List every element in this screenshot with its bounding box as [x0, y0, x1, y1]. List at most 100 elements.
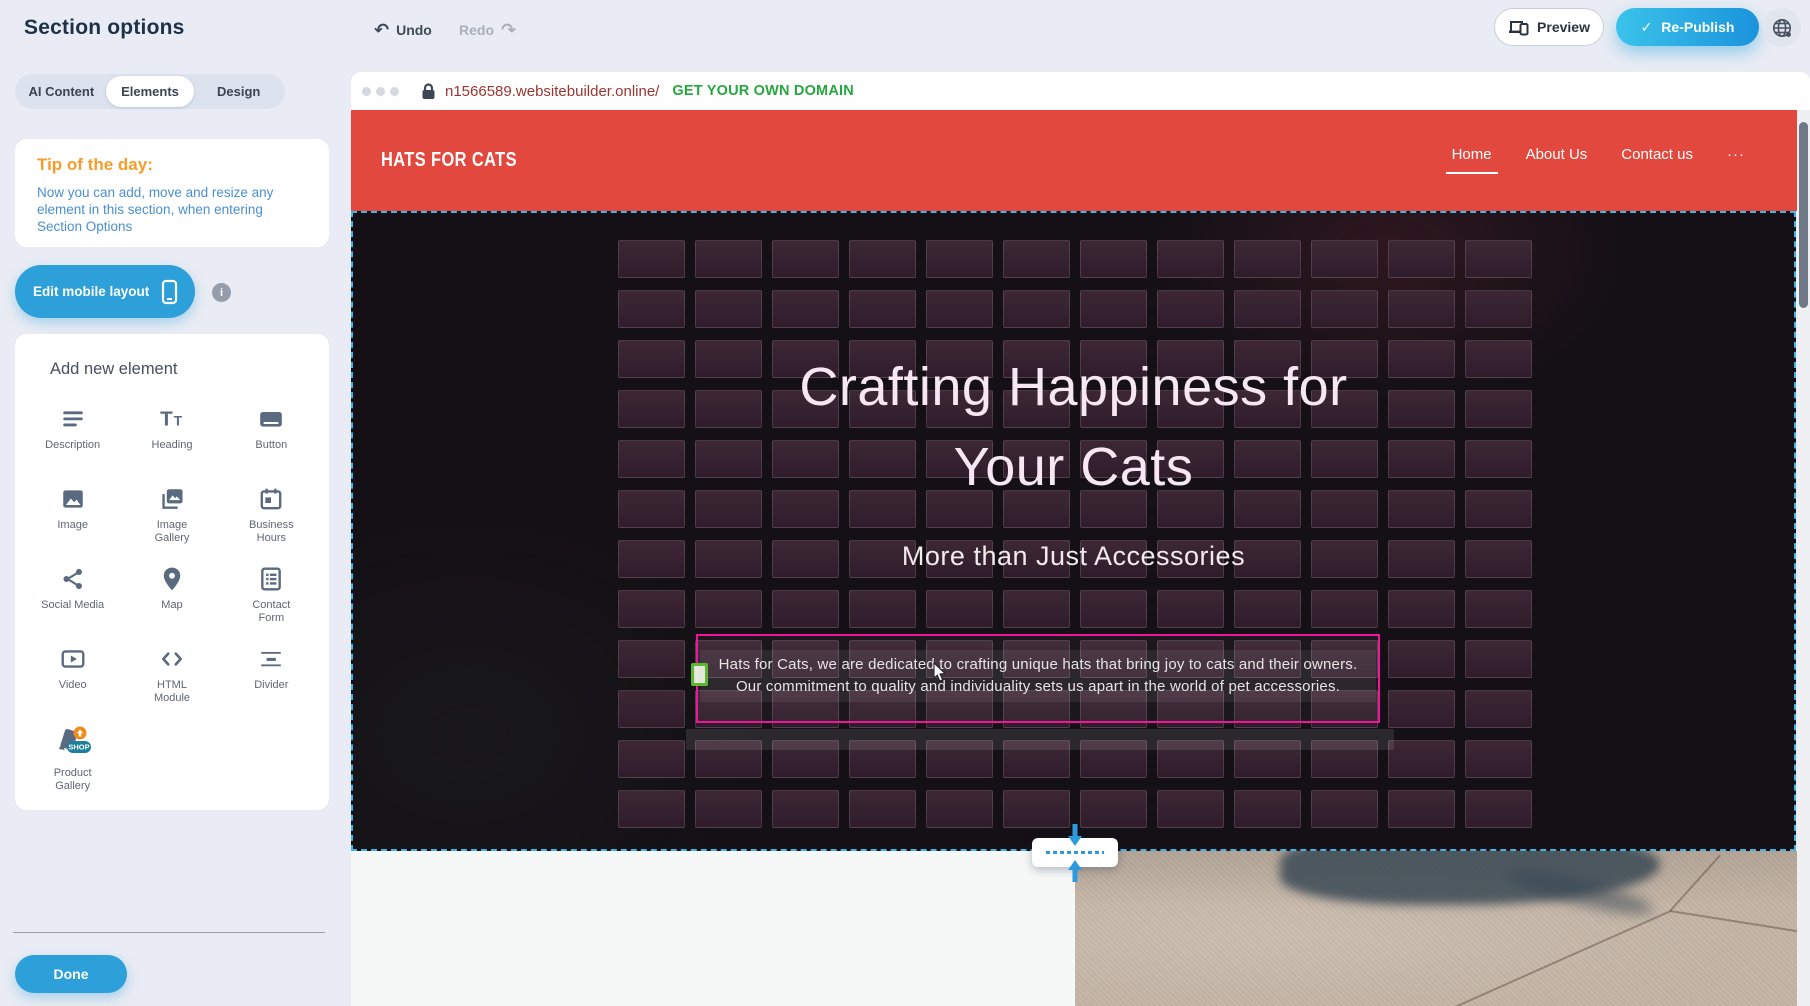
hero-tile [1080, 290, 1147, 328]
tab-elements[interactable]: Elements [106, 76, 195, 107]
selection-drag-handle[interactable] [691, 663, 708, 686]
element-button[interactable]: Button [222, 397, 321, 477]
element-description[interactable]: Description [23, 397, 122, 477]
hero-tile [926, 790, 993, 828]
next-section-carpet-image[interactable] [1075, 851, 1797, 1006]
element-map[interactable]: Map [122, 557, 221, 637]
tile-grout-line [1670, 910, 1797, 935]
divider-icon [257, 645, 285, 673]
hero-tile [1388, 740, 1455, 778]
hero-tile [1311, 290, 1378, 328]
page-title: Section options [24, 16, 185, 40]
hero-tile [618, 240, 685, 278]
preview-scrollbar [1797, 110, 1810, 1006]
hero-paragraph-line1: Hats for Cats, we are dedicated to craft… [704, 654, 1372, 676]
hero-tile [695, 590, 762, 628]
element-hover-band [686, 729, 1394, 750]
hero-tile [695, 790, 762, 828]
hero-tile [849, 590, 916, 628]
svg-text:T: T [174, 413, 183, 429]
hero-tile [926, 590, 993, 628]
edit-mobile-layout-button[interactable]: Edit mobile layout [15, 265, 195, 318]
info-button[interactable]: i [212, 283, 231, 302]
hero-section[interactable]: Crafting Happiness for Your Cats More th… [351, 211, 1796, 851]
sidebar-tabs: AI Content Elements Design [15, 74, 285, 109]
hero-tile [926, 240, 993, 278]
hero-tile [1311, 590, 1378, 628]
hero-tile [772, 790, 839, 828]
nav-more-button[interactable]: ··· [1727, 146, 1745, 163]
tab-ai-content[interactable]: AI Content [17, 76, 106, 107]
hero-subtitle[interactable]: More than Just Accessories [353, 541, 1794, 572]
image-gallery-icon [158, 485, 186, 513]
redo-icon: ↷ [501, 21, 516, 39]
hero-tile [1003, 590, 1070, 628]
phone-icon [161, 279, 178, 305]
nav-about-us[interactable]: About Us [1526, 146, 1588, 163]
site-url[interactable]: n1566589.websitebuilder.online/ [445, 83, 659, 100]
element-business-hours[interactable]: Business Hours [222, 477, 321, 557]
element-html-module[interactable]: HTML Module [122, 637, 221, 717]
nav-contact-us[interactable]: Contact us [1621, 146, 1693, 163]
info-icon: i [220, 287, 223, 299]
hero-tile [1157, 290, 1224, 328]
hero-tile [618, 740, 685, 778]
tab-design[interactable]: Design [194, 76, 283, 107]
nav-home[interactable]: Home [1452, 146, 1492, 163]
hero-tile [1003, 240, 1070, 278]
republish-label: Re-Publish [1661, 19, 1734, 35]
check-icon: ✓ [1641, 19, 1653, 36]
hero-tile [1465, 790, 1532, 828]
image-icon [59, 485, 87, 513]
hero-tile [1465, 740, 1532, 778]
hero-tile [772, 240, 839, 278]
tip-body: Now you can add, move and resize any ele… [37, 184, 299, 235]
tip-title: Tip of the day: [37, 155, 307, 175]
selected-paragraph-element[interactable]: Hats for Cats, we are dedicated to craft… [696, 634, 1380, 723]
hero-tile [1157, 240, 1224, 278]
hero-tile [1388, 590, 1455, 628]
hero-tile [1465, 290, 1532, 328]
hero-tile [926, 290, 993, 328]
redo-button[interactable]: Redo ↷ [459, 21, 516, 39]
element-image[interactable]: Image [23, 477, 122, 557]
site-header: HATS FOR CATS Home About Us Contact us ·… [351, 110, 1797, 211]
site-logo[interactable]: HATS FOR CATS [381, 149, 517, 172]
element-social-media[interactable]: Social Media [23, 557, 122, 637]
preview-label: Preview [1537, 19, 1590, 35]
hero-tile [1388, 640, 1455, 678]
preview-scrollbar-thumb[interactable] [1799, 122, 1808, 308]
browser-chrome: n1566589.websitebuilder.online/ GET YOUR… [351, 72, 1810, 110]
hero-tile [772, 590, 839, 628]
hero-tile [618, 690, 685, 728]
hero-title-line1[interactable]: Crafting Happiness for [353, 356, 1794, 418]
hero-title-line2[interactable]: Your Cats [353, 436, 1794, 498]
element-image-gallery[interactable]: Image Gallery [122, 477, 221, 557]
element-contact-form[interactable]: Contact Form [222, 557, 321, 637]
shop-badge: SHOP [68, 743, 89, 752]
add-element-panel: Add new element Description TT Heading B… [15, 334, 329, 810]
hero-tile [849, 790, 916, 828]
republish-button[interactable]: ✓ Re-Publish [1616, 8, 1759, 46]
hero-tile [618, 290, 685, 328]
edit-mobile-label: Edit mobile layout [33, 284, 149, 299]
element-video[interactable]: Video [23, 637, 122, 717]
language-globe-button[interactable] [1762, 8, 1801, 47]
section-resize-handle[interactable] [1032, 838, 1118, 867]
done-button[interactable]: Done [15, 955, 127, 993]
hero-tile [1003, 290, 1070, 328]
get-domain-link[interactable]: GET YOUR OWN DOMAIN [672, 83, 854, 99]
devices-icon [1508, 18, 1529, 36]
hero-tile [772, 290, 839, 328]
undo-button[interactable]: ↶ Undo [374, 21, 432, 39]
hero-tile [695, 240, 762, 278]
hero-paragraph[interactable]: Hats for Cats, we are dedicated to craft… [704, 654, 1372, 698]
hero-tile [849, 290, 916, 328]
hero-tile [1311, 790, 1378, 828]
element-product-gallery[interactable]: SHOP Product Gallery [23, 717, 122, 797]
heading-icon: TT [158, 405, 186, 433]
element-divider[interactable]: Divider [222, 637, 321, 717]
next-section-white[interactable] [351, 851, 1075, 1006]
element-heading[interactable]: TT Heading [122, 397, 221, 477]
preview-button[interactable]: Preview [1494, 8, 1604, 46]
